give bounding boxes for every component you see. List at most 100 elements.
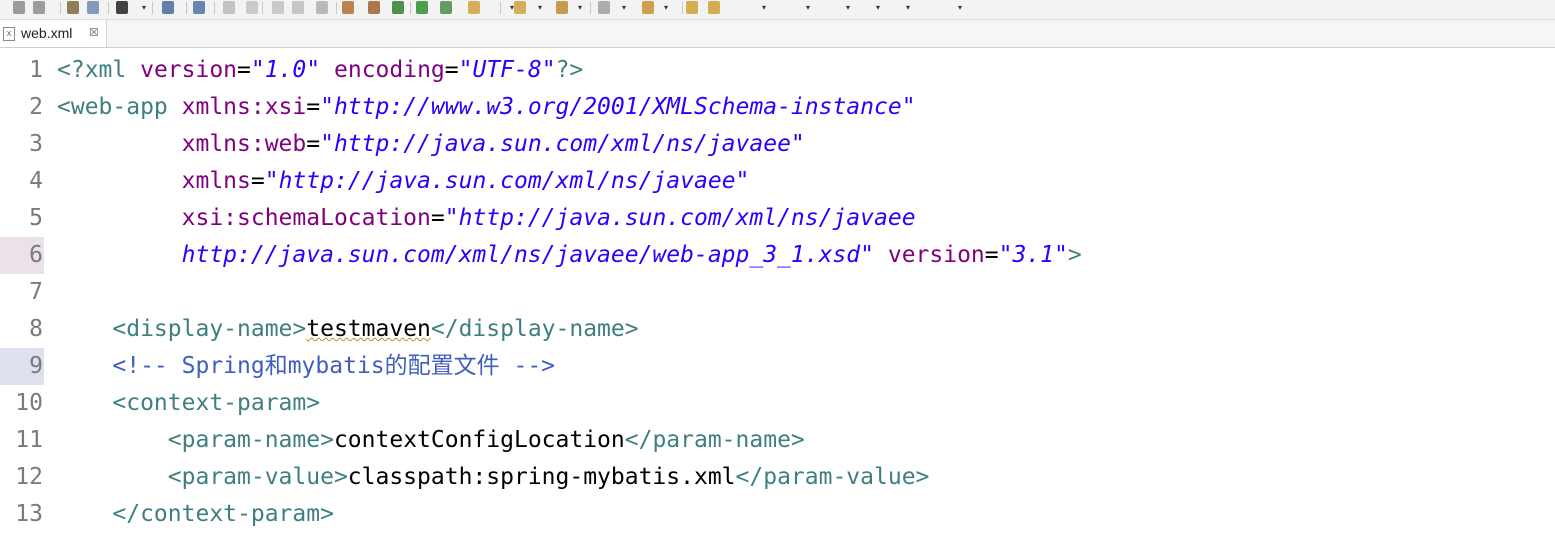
chevron-down-icon[interactable]: ▾ [806,2,810,14]
chevron-down-icon[interactable]: ▾ [906,2,910,14]
save-all-icon[interactable] [33,1,45,14]
code-text: <param-value>classpath:spring-mybatis.xm… [57,459,930,496]
xml-attribute: xmlns:xsi [181,94,307,120]
code-token: = [306,131,321,157]
chevron-down-icon[interactable]: ▾ [876,2,880,14]
code-token: = [984,242,999,268]
code-text: xmlns:web="http://java.sun.com/xml/ns/ja… [57,126,805,163]
chevron-down-icon[interactable]: ▾ [664,2,668,14]
folder-icon[interactable] [468,1,480,14]
toolbar-separator [186,2,187,14]
code-line: 10 <context-param> [0,385,1555,422]
toolbar-separator [410,2,411,14]
xml-value: "http://java.sun.com/xml/ns/javaee [444,205,916,231]
code-text: <param-name>contextConfigLocation</param… [57,422,805,459]
line-number: 4 [29,168,43,194]
xml-tag: <display-name> [112,316,307,342]
toolbar-separator [500,2,501,14]
line-number: 2 [29,94,43,120]
xml-value: "3.1" [998,242,1068,268]
line-number: 12 [15,464,43,490]
code-line: 13 </context-param> [0,496,1555,533]
code-token: classpath:spring-mybatis.xml [347,464,736,490]
code-line: 3 xmlns:web="http://java.sun.com/xml/ns/… [0,126,1555,163]
line-number: 9 [0,348,44,385]
tab-label: web.xml [21,25,73,41]
code-line: 8 <display-name>testmaven</display-name> [0,311,1555,348]
code-text: <!-- Spring和mybatis的配置文件 --> [57,348,555,385]
line-number: 7 [29,279,43,305]
toolbar-separator [108,2,109,14]
package-icon[interactable] [368,1,380,14]
save-icon[interactable] [13,1,25,14]
xml-tag: </context-param> [112,501,334,527]
document-icon[interactable] [598,1,610,14]
step-icon[interactable] [292,1,304,14]
new-icon[interactable] [342,1,354,14]
xml-value: "http://www.w3.org/2001/XMLSchema-instan… [320,94,916,120]
xml-attribute: version [140,57,238,83]
chevron-down-icon[interactable]: ▾ [622,2,626,14]
toolbar-separator [336,2,337,14]
code-token: = [444,57,459,83]
chevron-down-icon[interactable]: ▾ [762,2,766,14]
pause-icon[interactable] [246,1,258,14]
chevron-down-icon[interactable]: ▾ [510,2,514,14]
tab-web-xml[interactable]: X web.xml ☒ [0,20,107,47]
chevron-down-icon[interactable]: ▾ [142,2,146,14]
debug-icon[interactable] [116,1,128,14]
xml-attribute: xmlns:web [181,131,307,157]
line-number: 11 [15,427,43,453]
toolbar-separator [152,2,153,14]
xml-attribute: encoding [334,57,445,83]
xml-value: "UTF-8" [458,57,556,83]
link-icon[interactable] [87,1,99,14]
search-icon[interactable] [193,1,205,14]
xml-tag: </param-name> [624,427,805,453]
code-line: 9 <!-- Spring和mybatis的配置文件 --> [0,348,1555,385]
chevron-down-icon[interactable]: ▾ [958,2,962,14]
line-number: 6 [0,237,44,274]
build-icon[interactable] [316,1,328,14]
code-editor[interactable]: 1 <?xml version="1.0" encoding="UTF-8"?> 2… [0,48,1555,537]
pencil-icon[interactable] [556,1,568,14]
chevron-down-icon[interactable]: ▾ [846,2,850,14]
xml-tag: <param-name> [167,427,334,453]
toolbar-separator [682,2,683,14]
toolbar-separator [590,2,591,14]
stop-icon[interactable] [272,1,284,14]
arrow-up-icon[interactable] [642,1,654,14]
code-text: http://java.sun.com/xml/ns/javaee/web-ap… [57,237,1082,274]
run-green-icon[interactable] [416,1,428,14]
close-icon[interactable]: ☒ [89,26,99,39]
code-line: 2 <web-app xmlns:xsi="http://www.w3.org/2… [0,89,1555,126]
main-toolbar: ▾ ▾ ▾ ▾ ▾ ▾ ▾ ▾ ▾ ▾ ▾ ▾ [0,0,1555,20]
chevron-down-icon[interactable]: ▾ [578,2,582,14]
xml-tag: ?> [555,57,584,83]
settings-icon[interactable] [440,1,452,14]
arrow-right-icon[interactable] [708,1,720,14]
xml-tag: <param-value> [167,464,348,490]
xml-tag: <?xml [57,57,141,83]
code-token: contextConfigLocation [333,427,625,453]
code-text: xsi:schemaLocation="http://java.sun.com/… [57,200,916,237]
line-number: 10 [15,390,43,416]
open-folder-icon[interactable] [514,1,526,14]
console-icon[interactable] [162,1,174,14]
arrow-left-icon[interactable] [686,1,698,14]
gear-icon[interactable] [392,1,404,14]
xml-value: "http://java.sun.com/xml/ns/javaee" [320,131,805,157]
code-text: <?xml version="1.0" encoding="UTF-8"?> [57,52,583,89]
xml-attribute: xsi:schemaLocation [181,205,431,231]
xml-value: http://java.sun.com/xml/ns/javaee/web-ap… [181,242,874,268]
run-icon[interactable] [223,1,235,14]
print-icon[interactable] [67,1,79,14]
code-line: 4 xmlns="http://java.sun.com/xml/ns/java… [0,163,1555,200]
chevron-down-icon[interactable]: ▾ [538,2,542,14]
